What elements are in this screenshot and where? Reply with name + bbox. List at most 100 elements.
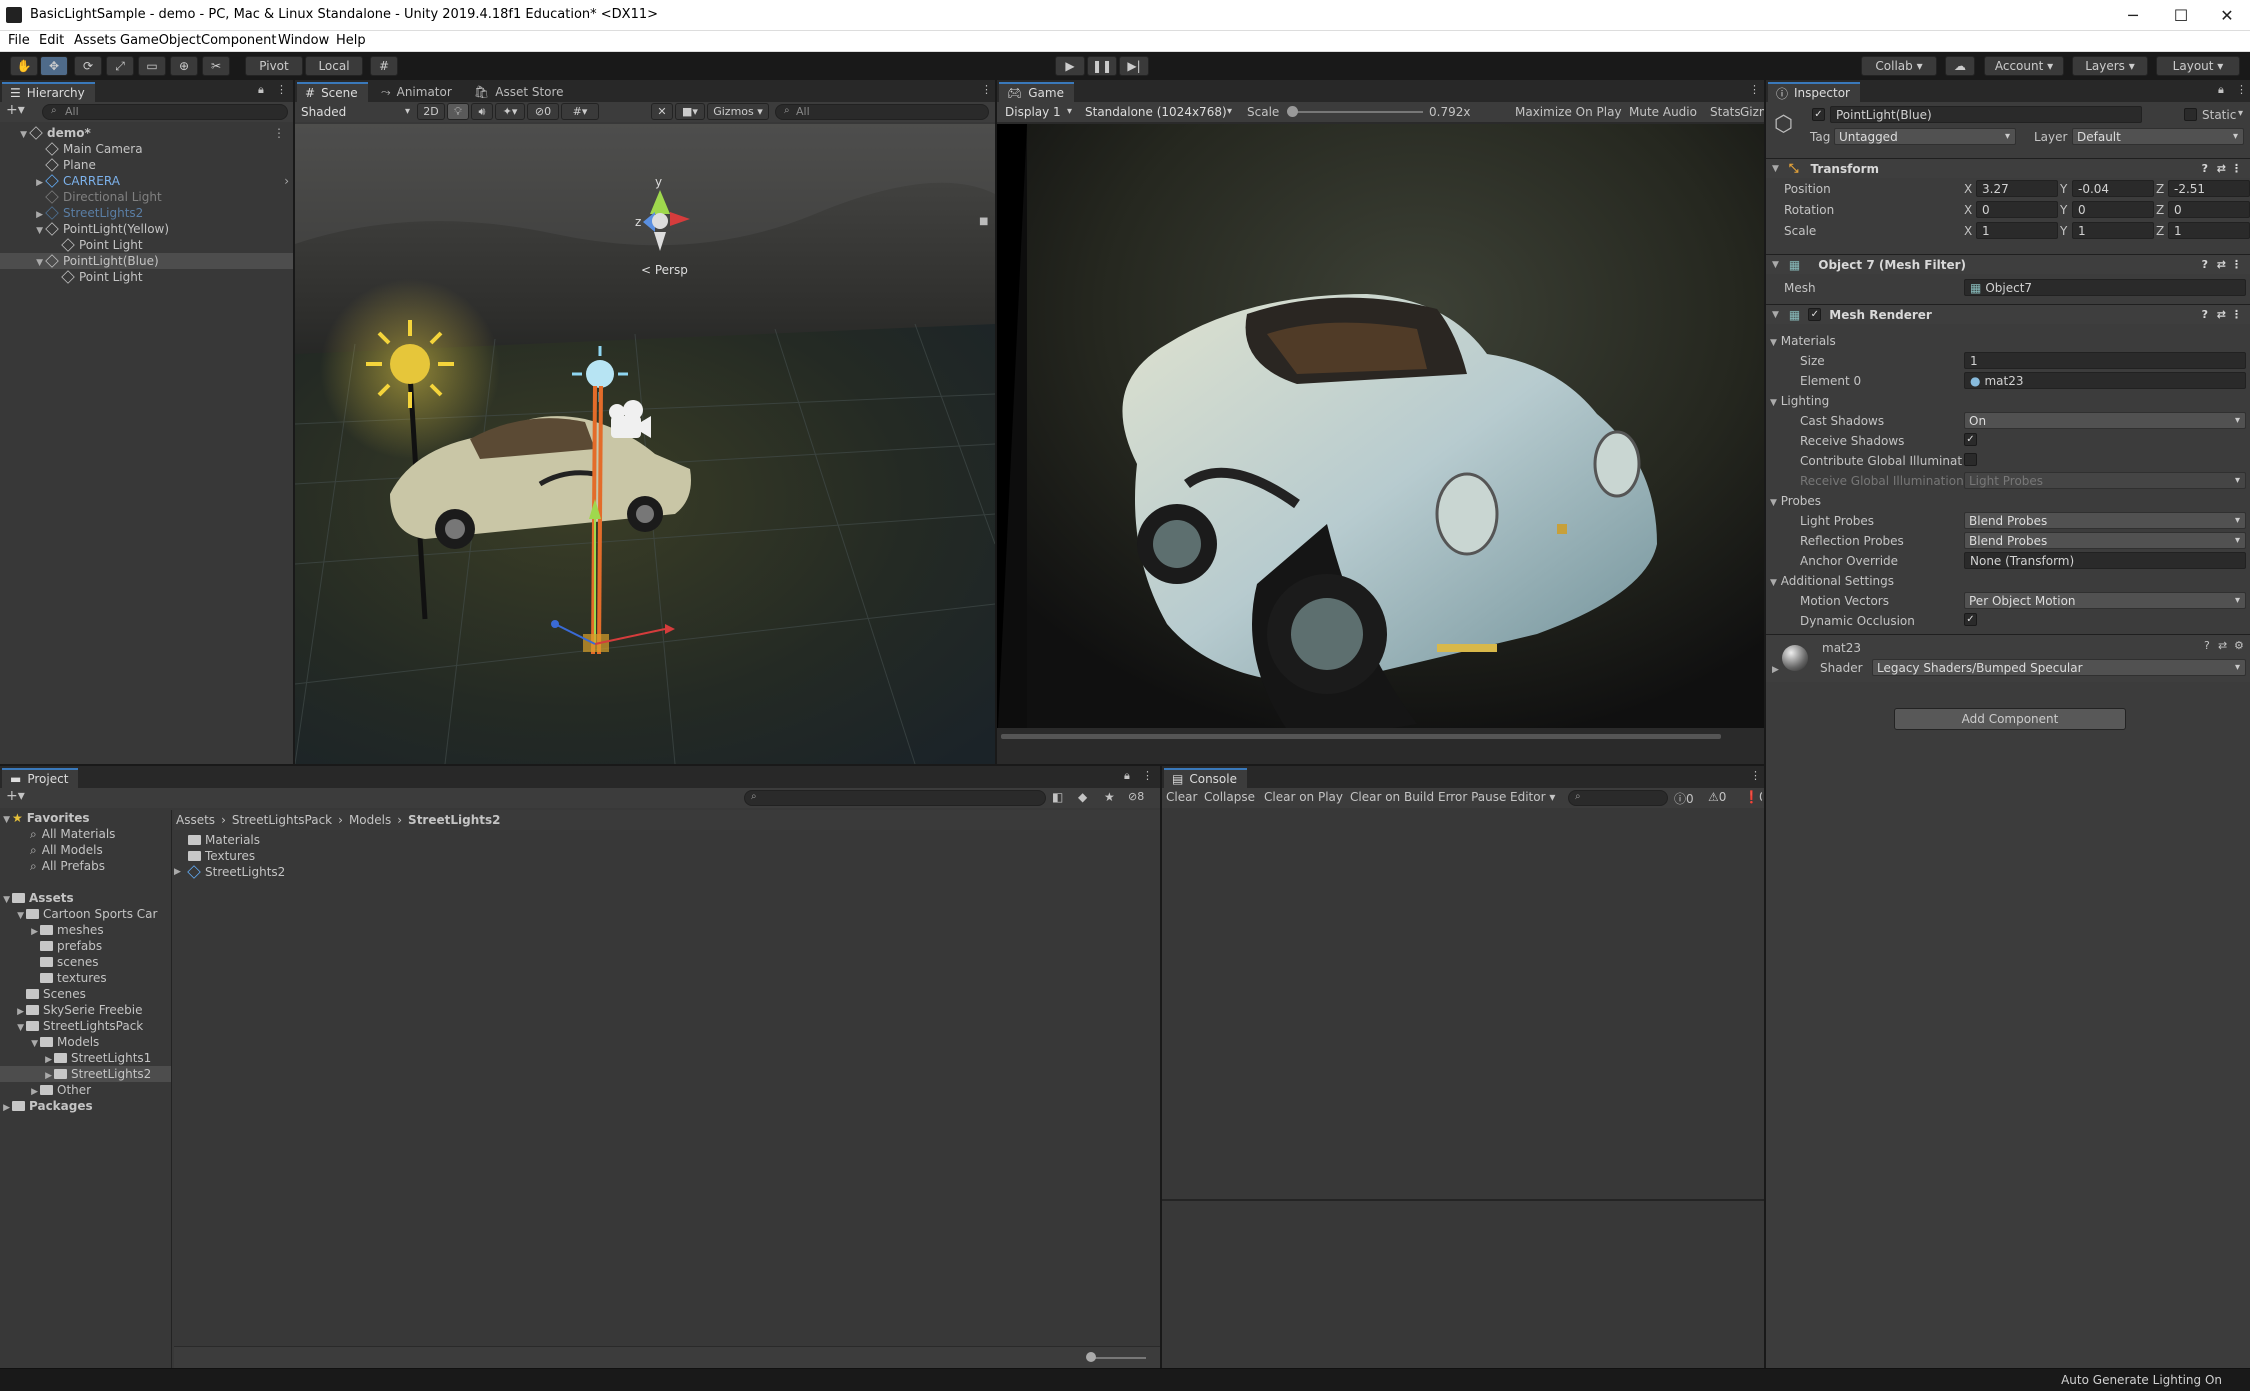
transform-scale-y-field[interactable]: 1 <box>2072 222 2154 239</box>
breadcrumb-assets[interactable]: Assets <box>176 813 215 827</box>
expanded-arrow-icon[interactable]: ▼ <box>20 130 27 140</box>
create-plus-icon[interactable]: +▾ <box>6 102 25 118</box>
expanded-arrow-icon[interactable]: ▼ <box>3 895 10 905</box>
layer-dropdown[interactable]: Default <box>2072 128 2244 145</box>
project-tree-item[interactable]: ⌕ All Models <box>0 842 171 858</box>
project-tree-item[interactable]: ⌕ All Materials <box>0 826 171 842</box>
project-tree-item[interactable]: ▶ StreetLights1 <box>0 1050 171 1066</box>
grid-snap-icon[interactable]: # <box>370 56 398 76</box>
scale-tool-icon[interactable]: ⤢ <box>106 56 134 76</box>
scene-search-input[interactable]: ⌕ All <box>775 104 989 120</box>
editor-dropdown[interactable]: Editor ▾ <box>1510 790 1555 804</box>
stats-toggle[interactable]: Stats <box>1710 105 1741 119</box>
preset-icon[interactable]: ⇄ <box>2218 639 2227 652</box>
cast-shadows-dropdown[interactable]: On <box>1964 412 2246 429</box>
project-tree-item[interactable]: ⌕ All Prefabs <box>0 858 171 874</box>
collapsed-arrow-icon[interactable]: ▶ <box>31 927 38 937</box>
pivot-toggle[interactable]: Pivot <box>245 56 303 76</box>
transform-scale-x-field[interactable]: 1 <box>1976 222 2058 239</box>
project-file-item[interactable]: Materials <box>174 832 774 848</box>
mute-audio-toggle[interactable]: Mute Audio <box>1629 105 1697 119</box>
help-icon[interactable]: ? <box>2204 639 2210 652</box>
breadcrumb-models[interactable]: Models <box>349 813 391 827</box>
collapsed-arrow-icon[interactable]: ▶ <box>3 1103 10 1113</box>
hierarchy-item[interactable]: ▼ demo* ⋮ <box>0 125 293 141</box>
component-menu-icon[interactable]: ⋮ <box>2231 258 2242 271</box>
transform-tool-icon[interactable]: ⊕ <box>170 56 198 76</box>
scene-gizmos-dropdown[interactable]: Gizmos ▾ <box>707 103 769 120</box>
console-log-area[interactable] <box>1162 810 1764 1199</box>
game-gizmos-dropdown[interactable]: Gizmos <box>1740 105 1764 119</box>
menu-edit[interactable]: Edit <box>39 33 64 48</box>
transform-position-y-field[interactable]: -0.04 <box>2072 180 2154 197</box>
hand-tool-icon[interactable]: ✋ <box>10 56 38 76</box>
clear-on-build-button[interactable]: Clear on Build <box>1350 790 1434 804</box>
close-button[interactable]: ✕ <box>2204 0 2250 30</box>
projection-label[interactable]: < Persp <box>641 263 688 277</box>
object-name-field[interactable]: PointLight(Blue) <box>1830 106 2142 123</box>
anchor-override-field[interactable]: None (Transform) <box>1964 552 2246 569</box>
maximize-on-play-toggle[interactable]: Maximize On Play <box>1515 105 1622 119</box>
maximize-button[interactable]: ☐ <box>2158 0 2204 30</box>
menu-gameobject[interactable]: GameObject <box>120 33 201 48</box>
project-tree-item[interactable]: ▼ StreetLightsPack <box>0 1018 171 1034</box>
tab-asset-store[interactable]: 🛍︎ Asset Store <box>466 82 574 102</box>
grid-toggle-icon[interactable]: #▾ <box>561 103 599 120</box>
preset-icon[interactable]: ⇄ <box>2217 162 2226 175</box>
project-search-input[interactable]: ⌕ <box>744 790 1046 806</box>
clear-button[interactable]: Clear <box>1166 790 1197 804</box>
reflection-probes-dropdown[interactable]: Blend Probes <box>1964 532 2246 549</box>
add-component-button[interactable]: Add Component <box>1894 708 2126 730</box>
component-menu-icon[interactable]: ⋮ <box>2231 162 2242 175</box>
hierarchy-item[interactable]: ▶ StreetLights2 <box>0 205 293 221</box>
expanded-arrow-icon[interactable]: ▼ <box>31 1039 38 1049</box>
expanded-arrow-icon[interactable]: ▼ <box>36 258 43 268</box>
project-tree-item[interactable]: Scenes <box>0 986 171 1002</box>
rect-tool-icon[interactable]: ▭ <box>138 56 166 76</box>
project-tree-item[interactable]: ▶ meshes <box>0 922 171 938</box>
expanded-arrow-icon[interactable]: ▼ <box>3 815 10 825</box>
clear-on-play-button[interactable]: Clear on Play <box>1264 790 1343 804</box>
hierarchy-item[interactable]: Plane <box>0 157 293 173</box>
shader-dropdown[interactable]: Legacy Shaders/Bumped Specular <box>1872 659 2246 676</box>
collab-dropdown[interactable]: Collab ▾ <box>1861 56 1937 76</box>
more-menu-icon[interactable]: ⋮ <box>981 83 992 96</box>
menu-window[interactable]: Window <box>278 33 329 48</box>
project-file-item[interactable]: Textures <box>174 848 774 864</box>
help-icon[interactable]: ? <box>2202 308 2208 321</box>
hierarchy-item[interactable]: ▼ PointLight(Yellow) <box>0 221 293 237</box>
help-icon[interactable]: ? <box>2202 162 2208 175</box>
menu-file[interactable]: File <box>8 33 30 48</box>
console-search-input[interactable]: ⌕ <box>1568 790 1668 806</box>
transform-position-z-field[interactable]: -2.51 <box>2168 180 2250 197</box>
fold-arrow-icon[interactable]: ▶ <box>1772 665 1779 675</box>
project-tree-item[interactable]: ▶ StreetLights2 <box>0 1066 171 1082</box>
collapsed-arrow-icon[interactable]: ▶ <box>174 867 188 877</box>
filter-type-icon[interactable]: ◧ <box>1052 790 1063 804</box>
scale-slider-thumb[interactable] <box>1287 106 1298 117</box>
static-checkbox[interactable] <box>2184 108 2197 121</box>
preset-icon[interactable]: ⇄ <box>2217 258 2226 271</box>
element-field[interactable]: ● mat23 <box>1964 372 2246 389</box>
project-tree-item[interactable]: textures <box>0 970 171 986</box>
light-probes-dropdown[interactable]: Blend Probes <box>1964 512 2246 529</box>
more-menu-icon[interactable]: ⋮ <box>276 83 287 96</box>
filter-label-icon[interactable]: ◆ <box>1078 790 1087 804</box>
materials-foldout[interactable]: ▼ Materials <box>1770 334 1836 348</box>
pause-button[interactable]: ❚❚ <box>1087 56 1117 76</box>
scene-menu-icon[interactable]: ⋮ <box>273 126 285 140</box>
hierarchy-item[interactable]: Main Camera <box>0 141 293 157</box>
lock-icon[interactable]: 🔒︎ <box>1124 769 1130 783</box>
breadcrumb-streetlights2[interactable]: StreetLights2 <box>408 813 500 827</box>
tab-project[interactable]: ▬ Project <box>2 768 79 788</box>
tag-dropdown[interactable]: Untagged <box>1834 128 2016 145</box>
icon-size-slider-track[interactable] <box>1090 1357 1146 1359</box>
icon-size-slider-thumb[interactable] <box>1086 1352 1096 1362</box>
lighting-foldout[interactable]: ▼ Lighting <box>1770 394 1829 408</box>
resolution-dropdown[interactable]: Standalone (1024x768) <box>1081 103 1237 120</box>
camera-dropdown-icon[interactable]: ■▾ <box>675 103 705 120</box>
hierarchy-search-input[interactable]: ⌕ All <box>42 104 288 120</box>
error-count-toggle[interactable]: ❗0 <box>1744 790 1762 804</box>
fold-arrow-icon[interactable]: ▼ <box>1772 260 1779 270</box>
tab-inspector[interactable]: ⓘ Inspector <box>1768 82 1860 102</box>
